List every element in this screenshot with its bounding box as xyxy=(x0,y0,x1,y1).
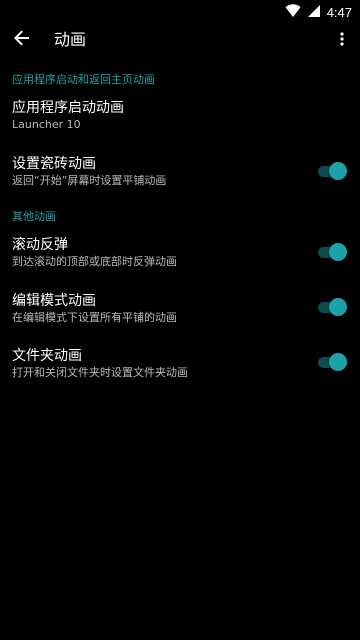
status-time: 4:47 xyxy=(326,4,352,20)
arrow-back-icon xyxy=(14,30,30,50)
status-icons: 4:47 xyxy=(285,2,352,22)
pref-folder-animation[interactable]: 文件夹动画 打开和关闭文件夹时设置文件夹动画 xyxy=(0,347,360,393)
wifi-icon xyxy=(285,3,301,22)
pref-summary: 返回“开始”屏幕时设置平铺动画 xyxy=(12,174,167,187)
pref-tile-animation[interactable]: 设置瓷砖动画 返回“开始”屏幕时设置平铺动画 xyxy=(0,155,360,201)
pref-title: 应用程序启动动画 xyxy=(12,100,124,116)
pref-title: 设置瓷砖动画 xyxy=(12,156,96,172)
app-bar: 动画 xyxy=(0,24,360,56)
cellular-icon xyxy=(307,3,321,22)
pref-app-launch-animation[interactable]: 应用程序启动动画 Launcher 10 xyxy=(0,99,360,145)
edit-mode-animation-toggle[interactable] xyxy=(318,298,347,316)
overflow-menu-button[interactable] xyxy=(332,28,352,52)
switch-thumb xyxy=(329,243,347,261)
section-header-other: 其他动画 xyxy=(12,210,56,223)
section-header-launch: 应用程序启动和返回主页动画 xyxy=(12,73,155,86)
pref-title: 编辑模式动画 xyxy=(12,293,96,309)
pref-scroll-bounce[interactable]: 滚动反弹 到达滚动的顶部或底部时反弹动画 xyxy=(0,236,360,282)
pref-summary: Launcher 10 xyxy=(12,118,81,131)
pref-summary: 打开和关闭文件夹时设置文件夹动画 xyxy=(12,366,188,379)
back-button[interactable] xyxy=(10,28,34,52)
switch-thumb xyxy=(329,298,347,316)
pref-title: 滚动反弹 xyxy=(12,237,68,253)
pref-summary: 在编辑模式下设置所有平铺的动画 xyxy=(12,311,177,324)
page-title: 动画 xyxy=(54,30,87,49)
more-vert-icon xyxy=(340,31,344,50)
switch-thumb xyxy=(329,353,347,371)
switch-thumb xyxy=(329,162,347,180)
folder-animation-toggle[interactable] xyxy=(318,353,347,371)
pref-title: 文件夹动画 xyxy=(12,348,82,364)
status-bar: 4:47 xyxy=(0,0,360,24)
pref-summary: 到达滚动的顶部或底部时反弹动画 xyxy=(12,255,177,268)
pref-edit-mode-animation[interactable]: 编辑模式动画 在编辑模式下设置所有平铺的动画 xyxy=(0,292,360,338)
scroll-bounce-toggle[interactable] xyxy=(318,243,347,261)
tile-animation-toggle[interactable] xyxy=(318,162,347,180)
